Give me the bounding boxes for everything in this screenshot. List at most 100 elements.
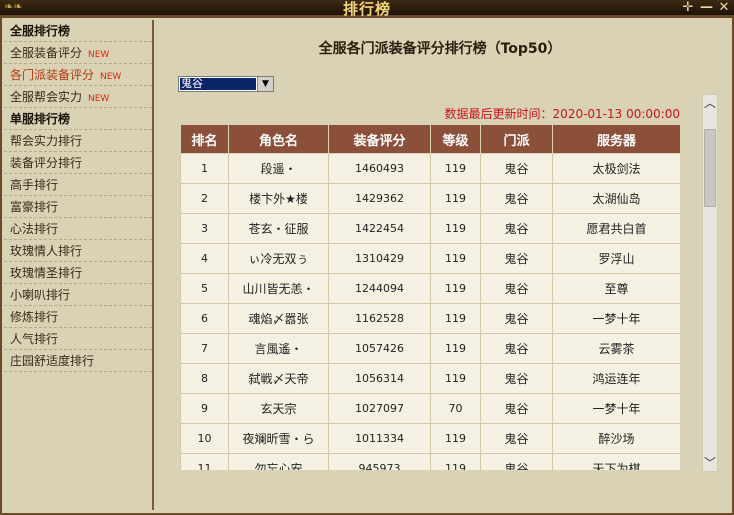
sidebar-item[interactable]: 人气排行 bbox=[4, 328, 152, 350]
column-header: 装备评分 bbox=[328, 124, 431, 154]
column-header: 等级 bbox=[430, 124, 481, 154]
new-badge: NEW bbox=[88, 94, 110, 104]
table-cell: 弑戦〆天帝 bbox=[228, 363, 329, 394]
table-cell: 愿君共白首 bbox=[552, 213, 680, 244]
sidebar-item[interactable]: 玫瑰情圣排行 bbox=[4, 262, 152, 284]
table-cell: 9 bbox=[180, 393, 229, 424]
table-cell: 4 bbox=[180, 243, 229, 274]
table-cell: 119 bbox=[430, 273, 481, 304]
sidebar-item-label: 全服帮会实力 bbox=[10, 90, 83, 104]
sidebar-item-label: 全服排行榜 bbox=[10, 24, 71, 38]
table-row: 2 楼卞外★楼 1429362 119 鬼谷 太湖仙岛 bbox=[180, 183, 680, 214]
table-cell: 119 bbox=[430, 423, 481, 454]
table-row: 3 苍玄・征服 1422454 119 鬼谷 愿君共白首 bbox=[180, 213, 680, 244]
sidebar-item-label: 单服排行榜 bbox=[10, 112, 71, 126]
new-badge: NEW bbox=[100, 72, 122, 82]
table-row: 8 弑戦〆天帝 1056314 119 鬼谷 鸿运连年 bbox=[180, 363, 680, 394]
table-cell: 一梦十年 bbox=[552, 303, 680, 334]
table-cell: 楼卞外★楼 bbox=[228, 183, 329, 214]
table-cell: 1057426 bbox=[328, 333, 431, 364]
table-cell: 云雾茶 bbox=[552, 333, 680, 364]
sidebar-item[interactable]: 富豪排行 bbox=[4, 196, 152, 218]
sidebar-item[interactable]: 帮会实力排行 bbox=[4, 130, 152, 152]
sidebar-item[interactable]: 全服装备评分 NEW bbox=[4, 42, 152, 64]
column-header: 角色名 bbox=[228, 124, 329, 154]
table-cell: 罗浮山 bbox=[552, 243, 680, 274]
table-cell: 119 bbox=[430, 333, 481, 364]
window-controls: ✛ — ✕ bbox=[682, 0, 730, 15]
sidebar-item[interactable]: 各门派装备评分 NEW bbox=[4, 64, 152, 86]
table-body: 1 段遥・ 1460493 119 鬼谷 太极剑法 2 楼卞外★楼 1429362 119 鬼谷 太湖… bbox=[180, 153, 680, 470]
table-cell: 10 bbox=[180, 423, 229, 454]
table-row: 4 ぃ冷无双ぅ 1310429 119 鬼谷 罗浮山 bbox=[180, 243, 680, 274]
sidebar-item-label: 修炼排行 bbox=[10, 310, 59, 324]
table-cell: 鬼谷 bbox=[480, 153, 553, 184]
table-cell: 1244094 bbox=[328, 273, 431, 304]
sidebar-item[interactable]: 庄园舒适度排行 bbox=[4, 350, 152, 372]
table-cell: 天下为棋 bbox=[552, 453, 680, 470]
sidebar-item-label: 人气排行 bbox=[10, 332, 59, 346]
sidebar-item-label: 装备评分排行 bbox=[10, 156, 83, 170]
table-cell: 鬼谷 bbox=[480, 333, 553, 364]
sidebar-item[interactable]: 玫瑰情人排行 bbox=[4, 240, 152, 262]
table-cell: 119 bbox=[430, 303, 481, 334]
sidebar-item[interactable]: 装备评分排行 bbox=[4, 152, 152, 174]
table-cell: 至尊 bbox=[552, 273, 680, 304]
table-cell: 玄天宗 bbox=[228, 393, 329, 424]
sidebar-item[interactable]: 心法排行 bbox=[4, 218, 152, 240]
table-cell: 1056314 bbox=[328, 363, 431, 394]
table-row: 1 段遥・ 1460493 119 鬼谷 太极剑法 bbox=[180, 153, 680, 184]
table-cell: 1429362 bbox=[328, 183, 431, 214]
sidebar-item-label: 庄园舒适度排行 bbox=[10, 354, 95, 368]
table-cell: 945973 bbox=[328, 453, 431, 470]
sect-select[interactable]: 鬼谷 ▼ bbox=[178, 76, 274, 92]
move-icon[interactable]: ✛ bbox=[682, 0, 694, 15]
sidebar: 全服排行榜全服装备评分 NEW 各门派装备评分 NEW 全服帮会实力 NEW 单服排行榜帮会… bbox=[4, 20, 154, 510]
table-cell: 1 bbox=[180, 153, 229, 184]
table-cell: 2 bbox=[180, 183, 229, 214]
sidebar-item[interactable]: 小喇叭排行 bbox=[4, 284, 152, 306]
table-cell: 鬼谷 bbox=[480, 363, 553, 394]
sidebar-item[interactable]: 全服帮会实力 NEW bbox=[4, 86, 152, 108]
sidebar-item-label: 各门派装备评分 bbox=[10, 68, 95, 82]
table-cell: 8 bbox=[180, 363, 229, 394]
column-header: 排名 bbox=[180, 124, 229, 154]
sidebar-item-label: 富豪排行 bbox=[10, 200, 59, 214]
table-row: 6 魂焰〆嚣张 1162528 119 鬼谷 一梦十年 bbox=[180, 303, 680, 334]
sect-select-value: 鬼谷 bbox=[180, 78, 256, 90]
sidebar-item[interactable]: 修炼排行 bbox=[4, 306, 152, 328]
minimize-button[interactable]: — bbox=[700, 0, 713, 15]
title-bar: ❧❧ 排行榜 ✛ — ✕ bbox=[0, 0, 734, 18]
table-header-row: 排名 角色名 装备评分 等级 门派 服务器 bbox=[180, 124, 680, 154]
table-cell: 119 bbox=[430, 453, 481, 470]
table-cell: 太湖仙岛 bbox=[552, 183, 680, 214]
table-row: 7 言風遙・ 1057426 119 鬼谷 云雾茶 bbox=[180, 333, 680, 364]
sidebar-item-label: 玫瑰情人排行 bbox=[10, 244, 83, 258]
scroll-up-icon[interactable]: ︿ bbox=[703, 95, 717, 111]
table-cell: 鬼谷 bbox=[480, 213, 553, 244]
table-cell: 1027097 bbox=[328, 393, 431, 424]
sidebar-item[interactable]: 高手排行 bbox=[4, 174, 152, 196]
close-button[interactable]: ✕ bbox=[718, 0, 730, 15]
new-badge: NEW bbox=[88, 50, 110, 60]
table-cell: 1011334 bbox=[328, 423, 431, 454]
sidebar-item-label: 心法排行 bbox=[10, 222, 59, 236]
sidebar-section-header: 全服排行榜 bbox=[4, 20, 152, 42]
sidebar-item-label: 玫瑰情圣排行 bbox=[10, 266, 83, 280]
table-cell: 7 bbox=[180, 333, 229, 364]
sidebar-section-header: 单服排行榜 bbox=[4, 108, 152, 130]
column-header: 门派 bbox=[480, 124, 553, 154]
scrollbar-thumb[interactable] bbox=[704, 129, 716, 207]
page-title: 全服各门派装备评分排行榜（Top50） bbox=[318, 41, 562, 57]
ranking-table-wrap: 排名 角色名 装备评分 等级 门派 服务器 1 段遥・ 1460493 119 鬼谷 太极剑法 2 楼卞… bbox=[180, 124, 680, 470]
scrollbar[interactable]: ︿ ﹀ bbox=[702, 94, 718, 472]
table-cell: 太极剑法 bbox=[552, 153, 680, 184]
scroll-down-icon[interactable]: ﹀ bbox=[703, 455, 717, 471]
table-cell: 言風遙・ bbox=[228, 333, 329, 364]
table-cell: 1310429 bbox=[328, 243, 431, 274]
chevron-down-icon[interactable]: ▼ bbox=[257, 77, 273, 91]
update-time: 数据最后更新时间：2020-01-13 00:00:00 bbox=[444, 107, 680, 121]
table-cell: 3 bbox=[180, 213, 229, 244]
table-cell: 119 bbox=[430, 183, 481, 214]
table-row: 10 夜斓昕雪・ら 1011334 119 鬼谷 醉沙场 bbox=[180, 423, 680, 454]
